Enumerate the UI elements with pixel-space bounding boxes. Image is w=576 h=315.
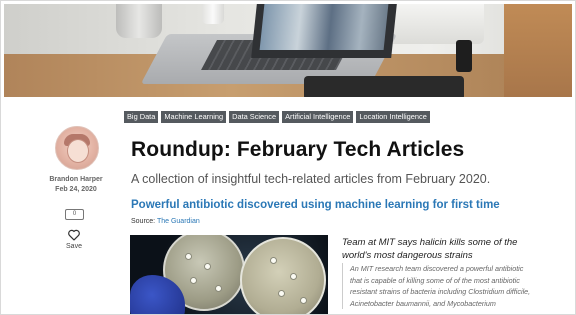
quote-line: Acinetobacter baumannii, and Mycobacteri… bbox=[350, 298, 496, 308]
quote-headline: Team at MIT says halicin kills some of t… bbox=[342, 237, 518, 261]
tag-artificial-intelligence[interactable]: Artificial Intelligence bbox=[282, 111, 354, 123]
author-name[interactable]: Brandon Harper bbox=[30, 176, 122, 183]
page-subtitle: A collection of insightful tech-related … bbox=[131, 172, 491, 186]
quote-line: resistant strains of bacteria including … bbox=[350, 287, 531, 296]
source-label: Source: bbox=[131, 218, 156, 225]
tag-location-intelligence[interactable]: Location Intelligence bbox=[356, 111, 430, 123]
page-title: Roundup: February Tech Articles bbox=[131, 138, 465, 161]
petri-dish-image bbox=[130, 235, 328, 315]
comment-count: 0 bbox=[72, 211, 77, 217]
tag-data-science[interactable]: Data Science bbox=[229, 111, 280, 123]
quote-line: that is capable of killing some of of th… bbox=[350, 275, 520, 285]
quote-excerpt: An MIT research team discovered a powerf… bbox=[342, 263, 560, 309]
comment-icon[interactable]: 0 bbox=[65, 209, 84, 220]
tag-machine-learning[interactable]: Machine Learning bbox=[161, 111, 227, 123]
publish-date: Feb 24, 2020 bbox=[55, 186, 97, 193]
tag-list: Big Data Machine Learning Data Science A… bbox=[124, 111, 430, 123]
avatar[interactable] bbox=[55, 126, 99, 170]
hero-image bbox=[4, 4, 572, 97]
article-item-title[interactable]: Powerful antibiotic discovered using mac… bbox=[131, 199, 500, 211]
heart-icon[interactable] bbox=[67, 229, 81, 241]
source-link[interactable]: The Guardian bbox=[157, 218, 200, 225]
source-line: Source: The Guardian bbox=[131, 218, 200, 225]
quote-line: An MIT research team discovered a powerf… bbox=[350, 264, 524, 273]
tag-big-data[interactable]: Big Data bbox=[124, 111, 159, 123]
save-button[interactable]: Save bbox=[55, 243, 93, 250]
